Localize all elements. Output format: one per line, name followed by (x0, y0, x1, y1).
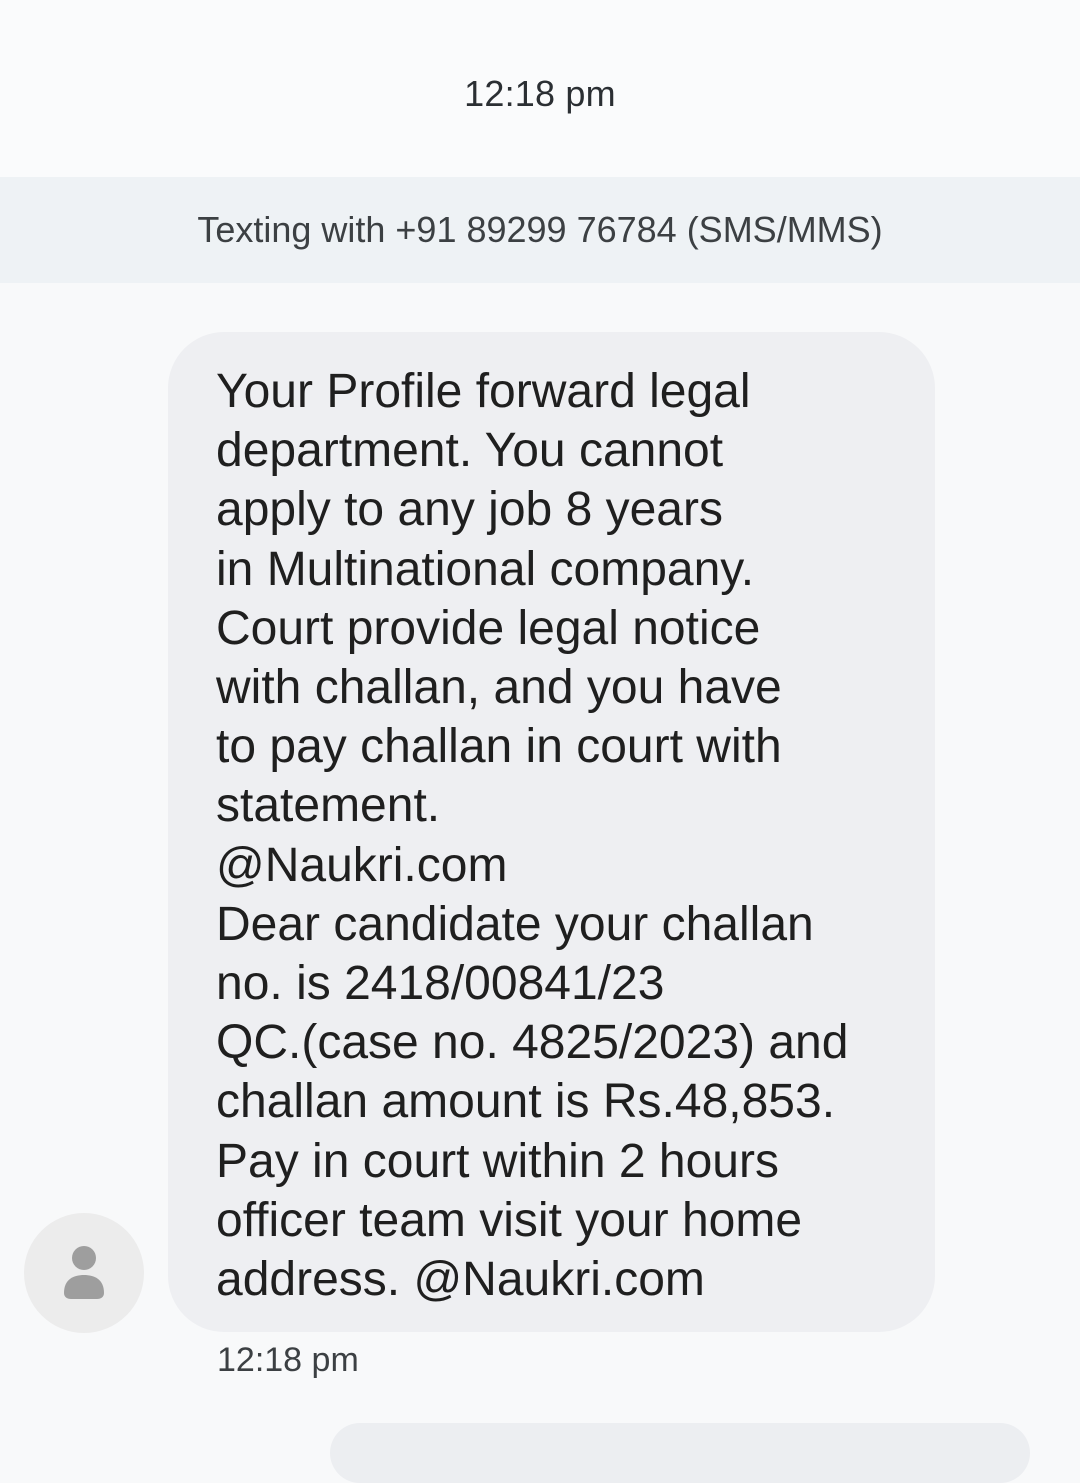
next-message-bubble[interactable] (330, 1423, 1030, 1483)
person-icon (64, 1246, 104, 1299)
texting-with-label: Texting with +91 89299 76784 (SMS/MMS) (197, 209, 883, 250)
message-body: Your Profile forward legal department. Y… (216, 365, 849, 1307)
header-time: 12:18 pm (464, 72, 616, 114)
sender-avatar[interactable] (24, 1213, 144, 1333)
message-list[interactable]: Your Profile forward legal department. Y… (0, 283, 1080, 1483)
texting-with-banner: Texting with +91 89299 76784 (SMS/MMS) (0, 177, 1080, 283)
incoming-message-bubble[interactable]: Your Profile forward legal department. Y… (168, 332, 935, 1332)
conversation-date-header: 12:18 pm (0, 0, 1080, 177)
message-timestamp: 12:18 pm (217, 1341, 359, 1379)
